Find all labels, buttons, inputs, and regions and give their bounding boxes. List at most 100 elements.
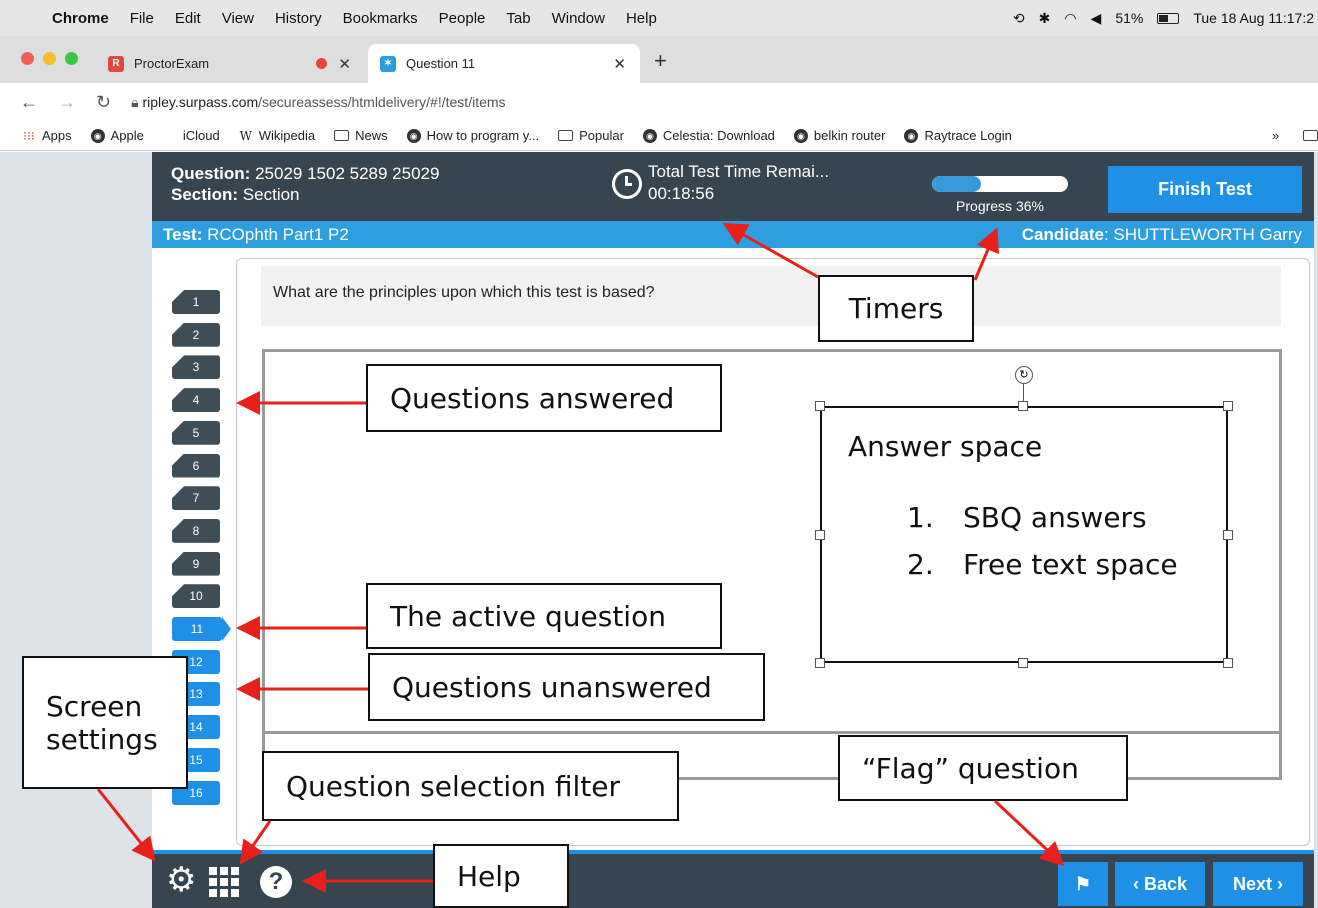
status-area: ⟲ ✱ ◠ ◀ 51% Tue 18 Aug 11:17:2 [1013, 0, 1318, 36]
question-nav-item[interactable]: 5 [172, 420, 220, 445]
bookmark-wikipedia[interactable]: W Wikipedia [239, 128, 316, 143]
menu-view[interactable]: View [222, 10, 254, 27]
section-name: Section [242, 185, 300, 204]
annotation-line: Screen [46, 689, 143, 723]
tab-close-icon[interactable]: ✕ [338, 55, 351, 73]
chevron-left-icon: ‹ [1132, 873, 1144, 894]
window-close-button[interactable] [21, 52, 34, 65]
question-nav-item[interactable]: 9 [172, 551, 220, 576]
question-nav-item[interactable]: 6 [172, 453, 220, 478]
resize-handle [815, 658, 825, 668]
globe-icon: ◉ [904, 128, 919, 143]
browser-tab-strip: R ProctorExam ✕ ✶ Question 11 ✕ + [0, 36, 1318, 83]
question-nav-item[interactable]: 7 [172, 486, 220, 511]
other-bookmarks-folder-icon[interactable] [1303, 130, 1318, 141]
menu-app-name[interactable]: Chrome [52, 10, 109, 27]
finish-test-button[interactable]: Finish Test [1108, 166, 1302, 213]
question-nav-item[interactable]: 2 [172, 322, 220, 347]
progress-bar [932, 176, 1068, 192]
question-nav-item[interactable]: 4 [172, 388, 220, 413]
reload-icon[interactable]: ↻ [96, 92, 111, 113]
lock-icon: 🔒︎ [131, 93, 143, 110]
globe-icon: ◉ [642, 128, 657, 143]
question-label: Question: [171, 164, 251, 183]
test-info-bar: Test: RCOphth Part1 P2 Candidate: SHUTTL… [152, 221, 1314, 248]
bookmark-news[interactable]: News [334, 128, 388, 143]
question-id: 25029 1502 5289 25029 [255, 164, 440, 183]
bookmark-label: Wikipedia [258, 128, 316, 143]
question-nav-item[interactable]: 8 [172, 518, 220, 543]
tab-proctorexam[interactable]: R ProctorExam ✕ [100, 44, 365, 83]
gear-icon[interactable]: ⚙ [166, 862, 196, 898]
apple-icon [163, 129, 177, 143]
menu-window[interactable]: Window [552, 10, 605, 27]
bookmark-label: iCloud [182, 128, 220, 143]
bluetooth-icon[interactable]: ✱ [1039, 10, 1051, 27]
time-machine-icon[interactable]: ⟲ [1013, 10, 1025, 27]
new-tab-button[interactable]: + [654, 48, 667, 74]
menu-tab[interactable]: Tab [506, 10, 530, 27]
bookmarks-overflow-icon[interactable]: » [1272, 128, 1279, 143]
menu-history[interactable]: History [275, 10, 322, 27]
answer-space-item-2: 2. Free text space [907, 548, 1178, 581]
url-field[interactable]: 🔒︎ ripley.surpass.com/secureassess/htmld… [131, 94, 505, 111]
bookmark-icloud[interactable]: iCloud [163, 128, 220, 143]
wifi-icon[interactable]: ◠ [1064, 10, 1076, 27]
folder-icon [334, 130, 350, 141]
volume-icon[interactable]: ◀ [1091, 10, 1102, 27]
globe-icon: ◉ [406, 128, 421, 143]
battery-icon[interactable] [1157, 12, 1180, 24]
progress-label: Progress 36% [956, 198, 1044, 214]
menu-people[interactable]: People [439, 10, 486, 27]
exam-footer: ⚙ ? ⚑ ‹ Back Next › [152, 850, 1314, 908]
test-label: Test: [163, 225, 203, 244]
bookmark-apple[interactable]: ◉ Apple [90, 128, 144, 143]
surpass-favicon: ✶ [380, 55, 396, 72]
annotation-timers: Timers [818, 275, 974, 342]
clock[interactable]: Tue 18 Aug 11:17:2 [1193, 10, 1314, 26]
menu-edit[interactable]: Edit [175, 10, 201, 27]
globe-icon: ◉ [793, 128, 808, 143]
candidate-name: Candidate: SHUTTLEWORTH Garry [1022, 221, 1302, 248]
test-timer: Total Test Time Remai... 00:18:56 [648, 161, 829, 205]
help-icon[interactable]: ? [260, 866, 292, 898]
bookmark-label: Raytrace Login [924, 128, 1012, 143]
menu-file[interactable]: File [130, 10, 154, 27]
next-button[interactable]: Next › [1213, 862, 1303, 906]
bookmark-belkin[interactable]: ◉ belkin router [793, 128, 885, 143]
apps-grid-icon: ⁝⁝⁝ [23, 128, 35, 143]
back-button[interactable]: ‹ Back [1115, 862, 1205, 906]
window-minimize-button[interactable] [43, 52, 56, 65]
tab-title: ProctorExam [134, 56, 210, 71]
annotation-active-question: The active question [366, 583, 722, 649]
tab-question-11[interactable]: ✶ Question 11 ✕ [368, 44, 640, 83]
candidate-label: Candidate [1021, 225, 1104, 244]
menu-bookmarks[interactable]: Bookmarks [343, 10, 418, 27]
bookmark-label: News [355, 128, 388, 143]
back-label: Back [1143, 873, 1188, 894]
window-zoom-button[interactable] [65, 52, 78, 65]
url-host: ripley.surpass.com [142, 93, 259, 110]
bookmark-raytrace[interactable]: ◉ Raytrace Login [904, 128, 1012, 143]
bookmark-label: Apps [42, 128, 72, 143]
address-bar-row: ← → ↻ 🔒︎ ripley.surpass.com/secureassess… [0, 83, 1318, 121]
forward-arrow-icon[interactable]: → [58, 92, 76, 113]
flag-button[interactable]: ⚑ [1058, 862, 1108, 906]
next-label: Next [1232, 873, 1272, 894]
question-grid-icon[interactable] [209, 867, 239, 897]
flag-icon: ⚑ [1074, 873, 1092, 894]
annotation-questions-answered: Questions answered [366, 364, 722, 432]
tab-close-icon[interactable]: ✕ [613, 55, 626, 73]
bookmark-apps[interactable]: ⁝⁝⁝ Apps [22, 128, 72, 143]
back-arrow-icon[interactable]: ← [20, 92, 38, 113]
menu-help[interactable]: Help [626, 10, 657, 27]
question-nav-item-active[interactable]: 11 [172, 617, 231, 641]
item-number: 1. [907, 501, 934, 534]
annotation-question-filter: Question selection filter [262, 751, 679, 821]
question-nav-item[interactable]: 3 [172, 355, 220, 380]
bookmark-celestia[interactable]: ◉ Celestia: Download [642, 128, 775, 143]
question-nav-item[interactable]: 10 [172, 584, 220, 609]
bookmark-popular[interactable]: Popular [558, 128, 624, 143]
bookmark-how-to-program[interactable]: ◉ How to program y... [406, 128, 539, 143]
question-nav-item[interactable]: 1 [172, 290, 220, 314]
